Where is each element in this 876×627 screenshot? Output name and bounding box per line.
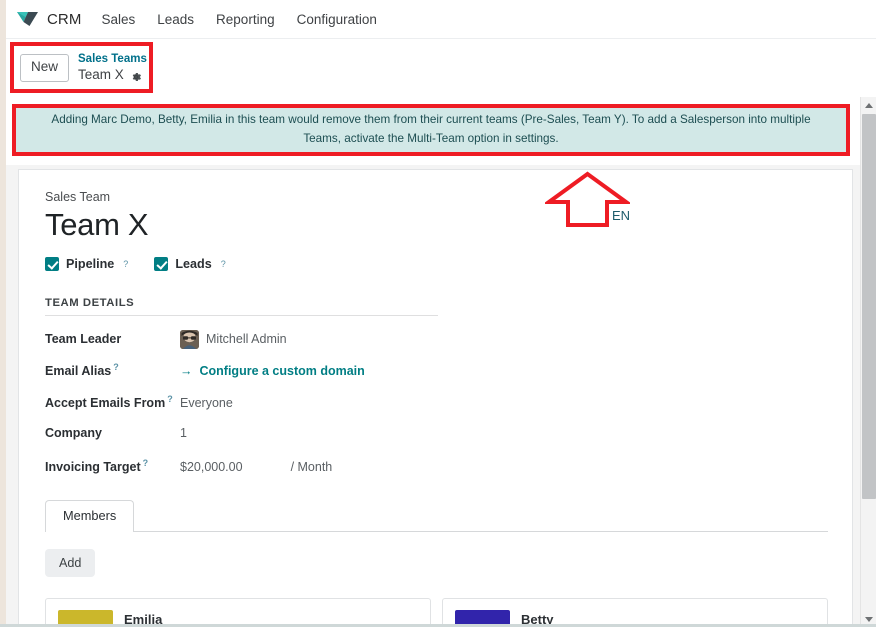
breadcrumb-parent-sales-teams[interactable]: Sales Teams xyxy=(78,53,147,67)
checkbox-leads[interactable] xyxy=(154,256,169,271)
arrow-right-icon: → xyxy=(180,363,193,378)
field-row-team-leader: Team Leader Mitchell Admin xyxy=(45,329,826,349)
field-label-invoicing-target-text: Invoicing Target xyxy=(45,459,141,474)
field-value-accept-emails-from[interactable]: Everyone xyxy=(180,396,233,410)
help-tooltip-accept-emails-from[interactable]: ? xyxy=(167,394,173,404)
notebook: Members Add Emilia Betty xyxy=(45,499,828,627)
invoicing-target-period: / Month xyxy=(290,459,333,474)
field-row-accept-emails-from: Accept Emails From? Everyone xyxy=(45,394,826,413)
field-value-company[interactable]: 1 xyxy=(180,426,187,440)
brand-name[interactable]: CRM xyxy=(47,11,81,28)
user-avatar xyxy=(180,329,199,349)
member-list: Emilia Betty xyxy=(45,597,828,627)
odoo-crm-logo-icon xyxy=(16,10,40,28)
checkbox-pipeline[interactable] xyxy=(45,256,59,271)
scroll-up-arrow-icon[interactable] xyxy=(861,97,876,113)
checkbox-field-leads[interactable]: Leads ? xyxy=(154,256,226,271)
field-row-company: Company 1 xyxy=(45,426,826,445)
breadcrumb: Sales Teams Team X xyxy=(78,53,147,82)
checkbox-label-leads: Leads xyxy=(175,256,212,271)
checkbox-label-pipeline: Pipeline xyxy=(66,256,115,271)
field-label-accept-emails-from: Accept Emails From? xyxy=(45,394,180,410)
tab-panel-members: Add Emilia Betty xyxy=(45,532,828,627)
alert-banner-wrapper: Adding Marc Demo, Betty, Emilia in this … xyxy=(12,104,850,156)
help-tooltip-leads[interactable]: ? xyxy=(221,259,226,269)
field-label-email-alias-text: Email Alias xyxy=(45,363,112,378)
breadcrumb-current-row: Team X xyxy=(78,67,147,83)
help-tooltip-email-alias[interactable]: ? xyxy=(113,362,119,372)
content-scroll-area: Sales Team Team X Pipeline ? Leads ? TEA… xyxy=(6,97,876,627)
breadcrumb-current-team-x: Team X xyxy=(78,66,124,82)
field-label-accept-emails-from-text: Accept Emails From xyxy=(45,395,166,410)
field-row-email-alias: Email Alias? → Configure a custom domain xyxy=(45,362,826,381)
gear-icon[interactable] xyxy=(130,70,142,82)
nav-item-reporting[interactable]: Reporting xyxy=(216,12,275,27)
help-tooltip-pipeline[interactable]: ? xyxy=(123,259,128,269)
field-value-team-leader[interactable]: Mitchell Admin xyxy=(180,329,287,349)
configure-custom-domain-label: Configure a custom domain xyxy=(199,363,365,378)
member-card[interactable]: Emilia xyxy=(45,597,431,627)
field-label-invoicing-target: Invoicing Target? xyxy=(45,458,180,474)
nav-item-configuration[interactable]: Configuration xyxy=(297,12,377,27)
nav-item-leads[interactable]: Leads xyxy=(157,12,194,27)
field-label-email-alias: Email Alias? xyxy=(45,362,180,378)
vertical-scrollbar[interactable] xyxy=(860,97,876,627)
top-navbar: CRM Sales Leads Reporting Configuration xyxy=(6,0,876,39)
nav-item-sales[interactable]: Sales xyxy=(101,12,135,27)
page-title: Team X xyxy=(45,207,149,242)
field-value-invoicing-target[interactable]: $20,000.00 xyxy=(180,460,243,474)
group-title-team-details: TEAM DETAILS xyxy=(45,297,438,316)
help-tooltip-invoicing-target[interactable]: ? xyxy=(143,458,149,468)
team-leader-name: Mitchell Admin xyxy=(206,332,287,347)
tab-bar: Members xyxy=(45,499,828,532)
field-row-invoicing-target: Invoicing Target? $20,000.00 / Month xyxy=(45,458,826,477)
alert-message: Adding Marc Demo, Betty, Emilia in this … xyxy=(51,113,811,145)
form-sheet: Sales Team Team X Pipeline ? Leads ? TEA… xyxy=(18,169,853,627)
add-button[interactable]: Add xyxy=(45,548,96,577)
checkbox-field-pipeline[interactable]: Pipeline ? xyxy=(45,256,128,271)
tab-members[interactable]: Members xyxy=(45,499,135,532)
control-panel: New Sales Teams Team X xyxy=(6,39,876,97)
member-card[interactable]: Betty xyxy=(442,597,828,627)
feature-checkbox-row: Pipeline ? Leads ? xyxy=(45,256,826,271)
field-label-company: Company xyxy=(45,425,102,440)
configure-custom-domain-link[interactable]: → Configure a custom domain xyxy=(180,364,365,378)
odoo-crm-window: CRM Sales Leads Reporting Configuration … xyxy=(0,0,876,627)
form-subtitle: Sales Team xyxy=(45,190,111,204)
new-button[interactable]: New xyxy=(20,54,70,82)
field-label-team-leader: Team Leader xyxy=(45,332,122,347)
scroll-thumb[interactable] xyxy=(862,114,876,499)
multi-team-warning-banner: Adding Marc Demo, Betty, Emilia in this … xyxy=(12,104,850,156)
